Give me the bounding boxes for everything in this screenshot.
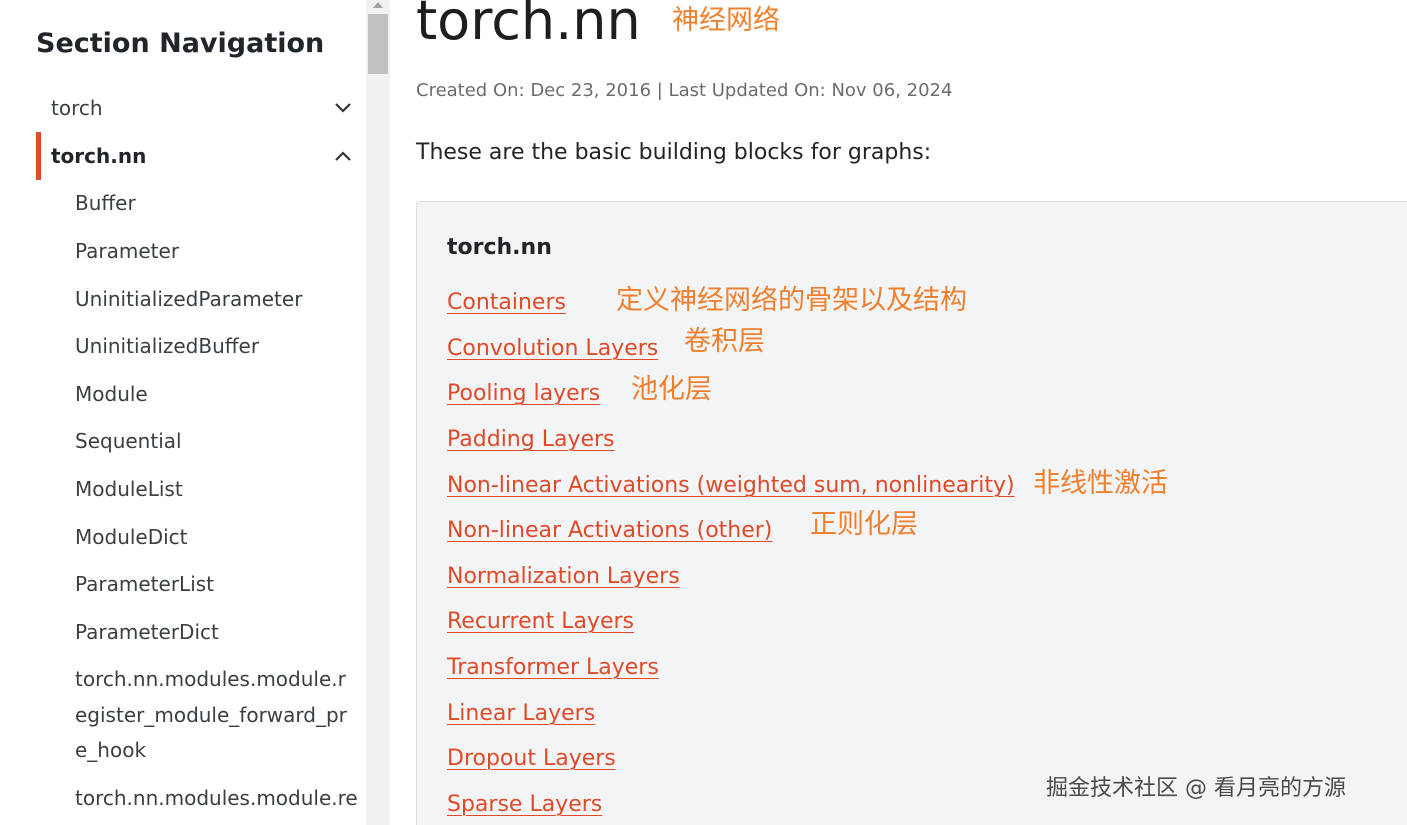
link-convolution-layers[interactable]: Convolution Layers <box>447 334 658 364</box>
sidebar-subitem-uninitialized-buffer[interactable]: UninitializedBuffer <box>75 328 355 364</box>
sidebar-subitem-parameterlist[interactable]: ParameterList <box>75 566 355 602</box>
link-normalization-layers[interactable]: Normalization Layers <box>447 562 680 592</box>
sidebar-subitem-sequential[interactable]: Sequential <box>75 423 355 459</box>
annotation-containers: 定义神经网络的骨架以及结构 <box>616 285 967 316</box>
torch-nn-toc-card: torch.nn Containers Convolution Layers P… <box>416 201 1407 825</box>
page-meta-dates: Created On: Dec 23, 2016 | Last Updated … <box>416 80 953 101</box>
active-indicator <box>36 132 41 180</box>
main-content: torch.nn 神经网络 Created On: Dec 23, 2016 |… <box>390 0 1407 825</box>
chevron-down-icon[interactable] <box>335 101 351 115</box>
annotation-normalization: 正则化层 <box>810 509 918 540</box>
page-title: torch.nn <box>416 0 641 52</box>
sidebar-scrollbar[interactable] <box>366 0 390 825</box>
sidebar-item-label: torch <box>51 96 103 120</box>
link-nonlinear-activations-weighted[interactable]: Non-linear Activations (weighted sum, no… <box>447 471 1015 501</box>
sidebar-subitem-modulelist[interactable]: ModuleList <box>75 471 355 507</box>
sidebar-item-label: torch.nn <box>51 144 147 168</box>
annotation-pooling: 池化层 <box>631 374 712 405</box>
chevron-up-icon[interactable] <box>335 149 351 163</box>
link-dropout-layers[interactable]: Dropout Layers <box>447 744 616 774</box>
link-sparse-layers[interactable]: Sparse Layers <box>447 790 602 820</box>
scroll-up-arrow-icon[interactable] <box>373 2 383 8</box>
link-recurrent-layers[interactable]: Recurrent Layers <box>447 607 634 637</box>
sidebar-subitem-moduledict[interactable]: ModuleDict <box>75 519 355 555</box>
link-containers[interactable]: Containers <box>447 288 566 318</box>
section-navigation: Section Navigation torch torch.nn Buffer… <box>0 0 366 825</box>
annotation-convolution: 卷积层 <box>684 326 765 357</box>
link-nonlinear-activations-other[interactable]: Non-linear Activations (other) <box>447 516 772 546</box>
card-title: torch.nn <box>447 235 552 260</box>
sidebar-title: Section Navigation <box>36 28 325 59</box>
sidebar-subitem-module[interactable]: Module <box>75 376 355 412</box>
link-pooling-layers[interactable]: Pooling layers <box>447 379 600 409</box>
link-linear-layers[interactable]: Linear Layers <box>447 699 595 729</box>
sidebar-subitem-buffer[interactable]: Buffer <box>75 185 355 221</box>
link-padding-layers[interactable]: Padding Layers <box>447 425 615 455</box>
sidebar-subitem-parameter[interactable]: Parameter <box>75 233 355 269</box>
scrollbar-thumb[interactable] <box>368 14 388 74</box>
sidebar-subitem-uninitialized-parameter[interactable]: UninitializedParameter <box>75 281 355 317</box>
sidebar-subitem-register-forward-pre-hook[interactable]: torch.nn.modules.module.register_module_… <box>75 662 347 769</box>
sidebar-subitem-module-re[interactable]: torch.nn.modules.module.re <box>75 780 358 816</box>
title-annotation: 神经网络 <box>672 5 780 36</box>
watermark: 掘金技术社区 @ 看月亮的方源 <box>1046 776 1346 801</box>
link-transformer-layers[interactable]: Transformer Layers <box>447 653 659 683</box>
annotation-nonlinear: 非线性激活 <box>1033 468 1168 499</box>
sidebar-subitem-parameterdict[interactable]: ParameterDict <box>75 614 355 650</box>
intro-text: These are the basic building blocks for … <box>416 140 932 165</box>
